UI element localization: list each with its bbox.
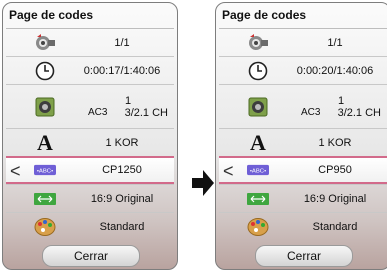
subtitle-letter-icon: A — [37, 129, 53, 155]
row-angle[interactable]: 1/1 — [6, 28, 174, 56]
clock-icon — [247, 60, 269, 82]
close-button[interactable]: Cerrar — [42, 245, 140, 267]
panel-title: Page de codes — [9, 8, 94, 22]
audio-value: 1 AC3 3/2.1 CH — [289, 85, 381, 128]
code-page-value: CP1250 — [102, 164, 142, 176]
row-subtitle[interactable]: A 1 KOR — [6, 128, 174, 156]
row-aspect[interactable]: 16:9 Original — [6, 184, 174, 212]
row-aspect[interactable]: 16:9 Original — [219, 184, 387, 212]
subtitle-letter-icon: A — [250, 129, 266, 155]
audio-channels: 3/2.1 CH — [337, 106, 381, 119]
row-code-page[interactable]: < •ABC• CP1250 — [6, 156, 174, 184]
row-angle[interactable]: 1/1 — [219, 28, 387, 56]
chevron-left-icon[interactable]: < — [10, 161, 21, 181]
camera-angle-icon — [34, 32, 56, 54]
options-list: 1/1 0:00:20/1:40:06 1 AC3 3/2.1 CH A 1 K… — [219, 28, 387, 240]
svg-text:•ABC•: •ABC• — [37, 169, 53, 175]
audio-value: 1 AC3 3/2.1 CH — [76, 85, 168, 128]
chevron-left-icon[interactable]: < — [223, 161, 234, 181]
angle-value: 1/1 — [114, 36, 130, 49]
row-audio[interactable]: 1 AC3 3/2.1 CH — [6, 84, 174, 128]
abc-code-icon: •ABC• — [34, 159, 56, 181]
svg-text:•ABC•: •ABC• — [250, 169, 266, 175]
camera-angle-icon — [247, 32, 269, 54]
picture-mode-value: Standard — [99, 220, 145, 233]
code-page-value: CP950 — [318, 164, 352, 176]
audio-track: 1 — [337, 94, 345, 107]
row-time[interactable]: 0:00:20/1:40:06 — [219, 56, 387, 84]
row-time[interactable]: 0:00:17/1:40:06 — [6, 56, 174, 84]
aspect-arrow-icon — [34, 188, 56, 210]
subtitle-value: 1 KOR — [318, 136, 352, 149]
angle-value: 1/1 — [327, 36, 343, 49]
aspect-arrow-icon — [247, 188, 269, 210]
aspect-value: 16:9 Original — [303, 192, 367, 205]
audio-codec: AC3 — [301, 106, 321, 118]
row-code-page[interactable]: < •ABC• CP950 — [219, 156, 387, 184]
aspect-value: 16:9 Original — [90, 192, 154, 205]
row-picture-mode[interactable]: Standard — [219, 212, 387, 240]
audio-track: 1 — [124, 94, 132, 107]
close-button[interactable]: Cerrar — [255, 245, 353, 267]
clock-icon — [34, 60, 56, 82]
subtitle-value: 1 KOR — [105, 136, 139, 149]
panel-title: Page de codes — [222, 8, 307, 22]
options-panel-before: Page de codes 1/1 0:00:17/1:40:06 1 AC3 … — [2, 2, 178, 270]
palette-icon — [247, 216, 269, 238]
audio-channels: 3/2.1 CH — [124, 106, 168, 119]
time-value: 0:00:17/1:40:06 — [83, 64, 161, 77]
time-value: 0:00:20/1:40:06 — [296, 64, 374, 77]
options-list: 1/1 0:00:17/1:40:06 1 AC3 3/2.1 CH A 1 K… — [6, 28, 174, 240]
row-audio[interactable]: 1 AC3 3/2.1 CH — [219, 84, 387, 128]
picture-mode-value: Standard — [312, 220, 358, 233]
speaker-icon — [247, 96, 269, 118]
right-arrow-icon — [192, 170, 214, 196]
speaker-icon — [34, 96, 56, 118]
options-panel-after: Page de codes 1/1 0:00:20/1:40:06 1 AC3 … — [215, 2, 387, 270]
abc-code-icon: •ABC• — [247, 159, 269, 181]
audio-codec: AC3 — [88, 106, 108, 118]
row-picture-mode[interactable]: Standard — [6, 212, 174, 240]
row-subtitle[interactable]: A 1 KOR — [219, 128, 387, 156]
palette-icon — [34, 216, 56, 238]
